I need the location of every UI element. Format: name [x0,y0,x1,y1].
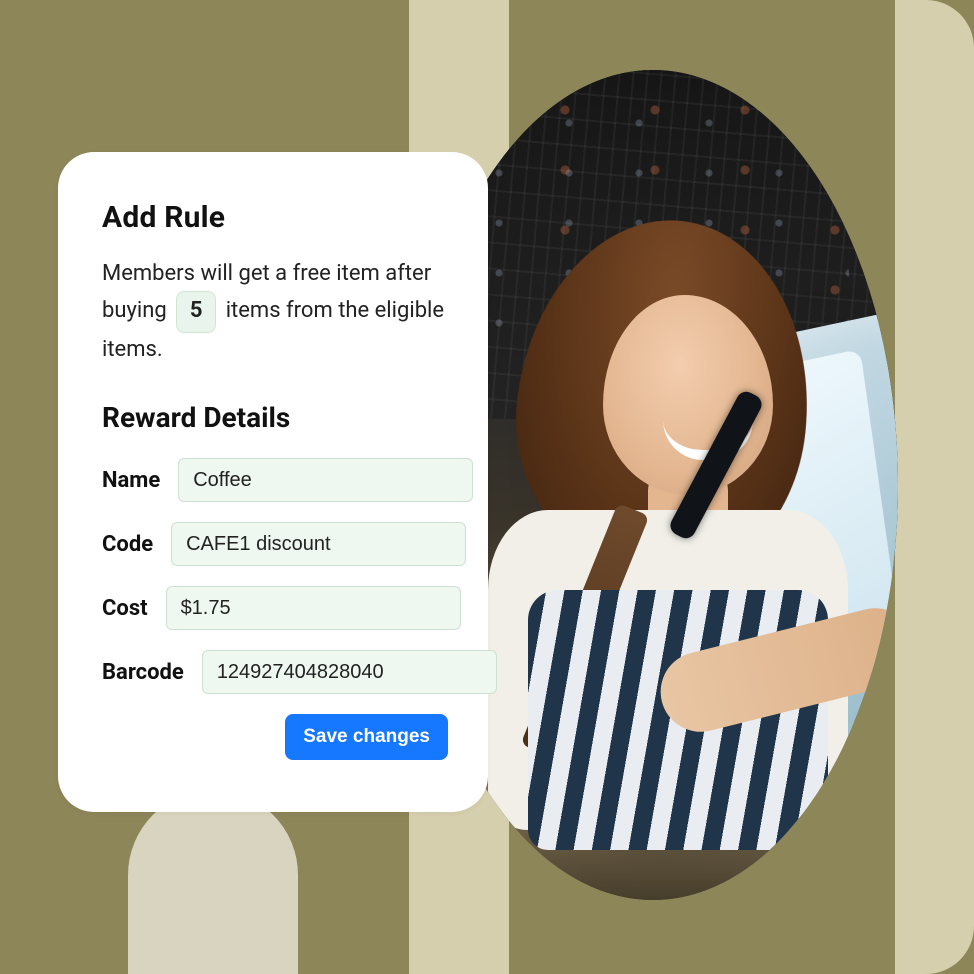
barcode-label: Barcode [102,660,184,685]
name-label: Name [102,468,160,493]
add-rule-card: Add Rule Members will get a free item af… [58,152,488,812]
cost-label: Cost [102,596,148,621]
bg-stripe [895,0,974,974]
rule-description: Members will get a free item after buyin… [102,257,448,367]
reward-details-heading: Reward Details [102,401,448,434]
promo-stage: Add Rule Members will get a free item af… [0,0,974,974]
card-title: Add Rule [102,200,448,235]
barcode-input[interactable] [202,650,497,694]
bg-pill-shape [128,790,298,974]
code-label: Code [102,532,153,557]
item-count-input[interactable]: 5 [176,291,216,333]
cost-input[interactable] [166,586,461,630]
name-input[interactable] [178,458,473,502]
save-changes-button[interactable]: Save changes [285,714,448,760]
code-input[interactable] [171,522,466,566]
